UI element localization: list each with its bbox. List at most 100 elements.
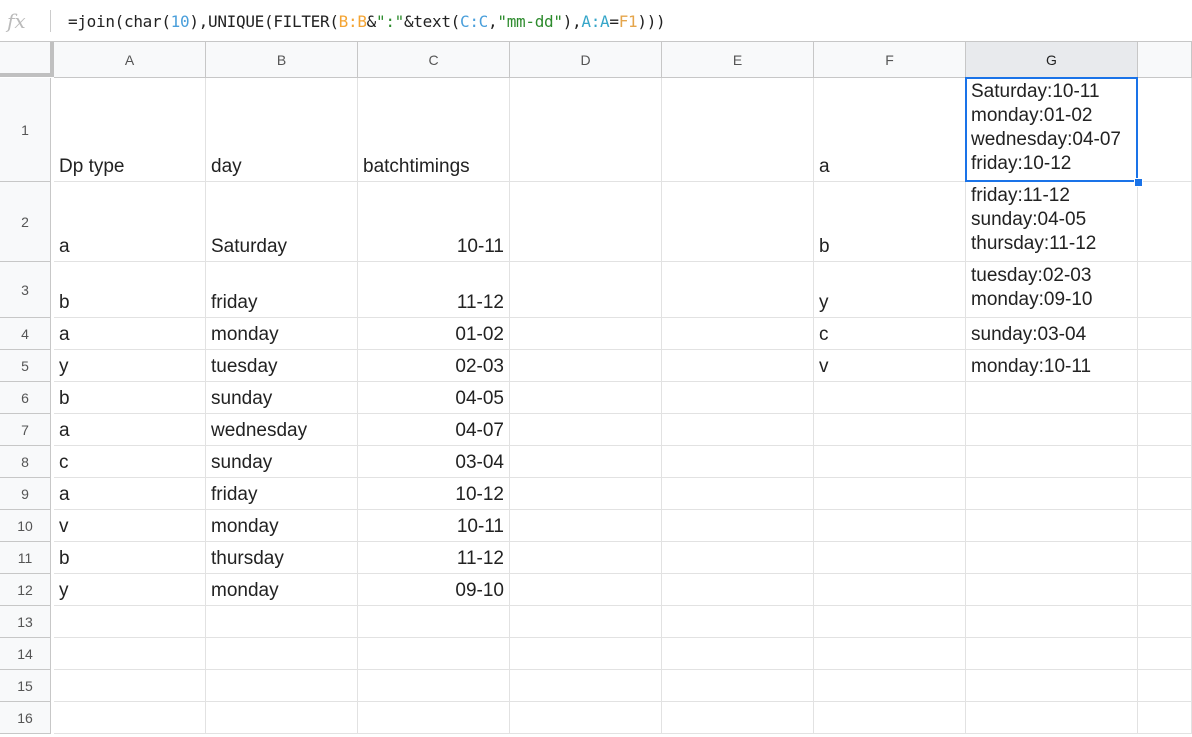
cell-g5[interactable]: monday:10-11 — [966, 350, 1138, 382]
row-header-16[interactable]: 16 — [0, 702, 51, 734]
cell-a3[interactable]: b — [54, 262, 206, 318]
cell-g15[interactable] — [966, 670, 1138, 702]
cell-f1[interactable]: a — [814, 78, 966, 182]
cell-f8[interactable] — [814, 446, 966, 478]
cell-c12[interactable]: 09-10 — [358, 574, 510, 606]
cell-f12[interactable] — [814, 574, 966, 606]
formula-input[interactable]: =join(char(10),UNIQUE(FILTER(B:B&":"&tex… — [68, 11, 666, 33]
row-header-3[interactable]: 3 — [0, 262, 51, 318]
cell-b16[interactable] — [206, 702, 358, 734]
cell-c10[interactable]: 10-11 — [358, 510, 510, 542]
column-header-b[interactable]: B — [206, 42, 358, 78]
cell-a12[interactable]: y — [54, 574, 206, 606]
cell-f3[interactable]: y — [814, 262, 966, 318]
row-header-7[interactable]: 7 — [0, 414, 51, 446]
select-all-corner[interactable] — [0, 42, 54, 77]
cell-f9[interactable] — [814, 478, 966, 510]
cell-d16[interactable] — [510, 702, 662, 734]
cell-e13[interactable] — [662, 606, 814, 638]
cell-d1[interactable] — [510, 78, 662, 182]
cell-g1[interactable]: Saturday:10-11 monday:01-02 wednesday:04… — [966, 78, 1138, 182]
cell-d4[interactable] — [510, 318, 662, 350]
cell-g9[interactable] — [966, 478, 1138, 510]
row-header-15[interactable]: 15 — [0, 670, 51, 702]
cell-c6[interactable]: 04-05 — [358, 382, 510, 414]
column-header-d[interactable]: D — [510, 42, 662, 78]
cell-e15[interactable] — [662, 670, 814, 702]
cell-a4[interactable]: a — [54, 318, 206, 350]
cell-g8[interactable] — [966, 446, 1138, 478]
cell-g16[interactable] — [966, 702, 1138, 734]
cell-d7[interactable] — [510, 414, 662, 446]
cell-c5[interactable]: 02-03 — [358, 350, 510, 382]
row-header-14[interactable]: 14 — [0, 638, 51, 670]
cell-a15[interactable] — [54, 670, 206, 702]
cell-e4[interactable] — [662, 318, 814, 350]
cell-f4[interactable]: c — [814, 318, 966, 350]
cell-e3[interactable] — [662, 262, 814, 318]
cell-a7[interactable]: a — [54, 414, 206, 446]
cell-b11[interactable]: thursday — [206, 542, 358, 574]
cell-d12[interactable] — [510, 574, 662, 606]
cell-e9[interactable] — [662, 478, 814, 510]
cell-f11[interactable] — [814, 542, 966, 574]
row-header-12[interactable]: 12 — [0, 574, 51, 606]
fill-handle[interactable] — [1134, 178, 1143, 187]
cell-c7[interactable]: 04-07 — [358, 414, 510, 446]
row-header-10[interactable]: 10 — [0, 510, 51, 542]
cell-b9[interactable]: friday — [206, 478, 358, 510]
cell-c15[interactable] — [358, 670, 510, 702]
cell-a14[interactable] — [54, 638, 206, 670]
cell-c4[interactable]: 01-02 — [358, 318, 510, 350]
cell-b3[interactable]: friday — [206, 262, 358, 318]
cell-b15[interactable] — [206, 670, 358, 702]
cell-e8[interactable] — [662, 446, 814, 478]
cell-f5[interactable]: v — [814, 350, 966, 382]
cell-g12[interactable] — [966, 574, 1138, 606]
cell-d11[interactable] — [510, 542, 662, 574]
cell-a6[interactable]: b — [54, 382, 206, 414]
cell-d5[interactable] — [510, 350, 662, 382]
column-header-a[interactable]: A — [54, 42, 206, 78]
cell-a16[interactable] — [54, 702, 206, 734]
column-header-g[interactable]: G — [966, 42, 1138, 78]
cell-d13[interactable] — [510, 606, 662, 638]
row-header-9[interactable]: 9 — [0, 478, 51, 510]
cell-c2[interactable]: 10-11 — [358, 182, 510, 262]
cell-g6[interactable] — [966, 382, 1138, 414]
row-header-2[interactable]: 2 — [0, 182, 51, 262]
cell-d14[interactable] — [510, 638, 662, 670]
cell-c14[interactable] — [358, 638, 510, 670]
cell-c1[interactable]: batchtimings — [358, 78, 510, 182]
cell-b13[interactable] — [206, 606, 358, 638]
row-header-1[interactable]: 1 — [0, 78, 51, 182]
cell-g4[interactable]: sunday:03-04 — [966, 318, 1138, 350]
cell-c13[interactable] — [358, 606, 510, 638]
cell-b7[interactable]: wednesday — [206, 414, 358, 446]
cell-b6[interactable]: sunday — [206, 382, 358, 414]
cell-f10[interactable] — [814, 510, 966, 542]
cell-d2[interactable] — [510, 182, 662, 262]
row-header-11[interactable]: 11 — [0, 542, 51, 574]
cell-f15[interactable] — [814, 670, 966, 702]
column-header-f[interactable]: F — [814, 42, 966, 78]
cell-b2[interactable]: Saturday — [206, 182, 358, 262]
cell-b14[interactable] — [206, 638, 358, 670]
column-header-c[interactable]: C — [358, 42, 510, 78]
cell-g2[interactable]: friday:11-12 sunday:04-05 thursday:11-12 — [966, 182, 1138, 262]
cell-d10[interactable] — [510, 510, 662, 542]
cell-b4[interactable]: monday — [206, 318, 358, 350]
cell-g7[interactable] — [966, 414, 1138, 446]
column-header-e[interactable]: E — [662, 42, 814, 78]
cell-f14[interactable] — [814, 638, 966, 670]
cell-a8[interactable]: c — [54, 446, 206, 478]
cell-b12[interactable]: monday — [206, 574, 358, 606]
cell-f2[interactable]: b — [814, 182, 966, 262]
cell-d8[interactable] — [510, 446, 662, 478]
cell-f13[interactable] — [814, 606, 966, 638]
cell-a11[interactable]: b — [54, 542, 206, 574]
cell-c8[interactable]: 03-04 — [358, 446, 510, 478]
cell-d6[interactable] — [510, 382, 662, 414]
cell-a2[interactable]: a — [54, 182, 206, 262]
row-header-4[interactable]: 4 — [0, 318, 51, 350]
